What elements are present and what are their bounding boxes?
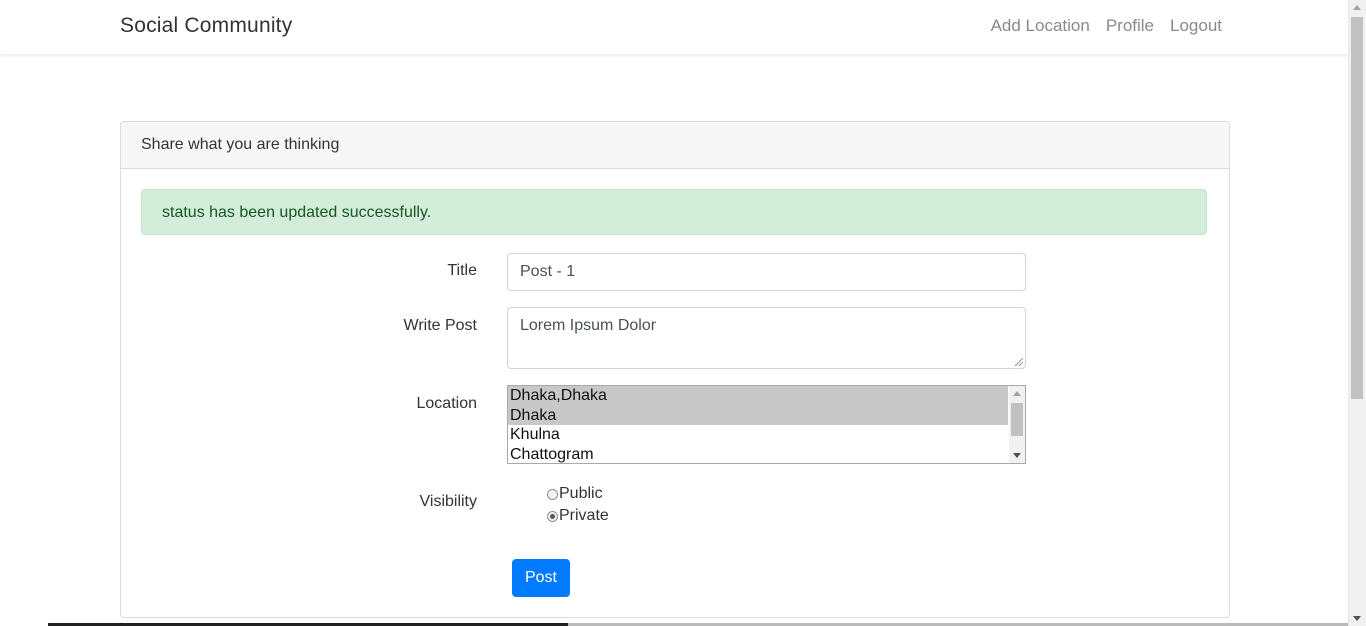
page-scroll-up-icon[interactable] xyxy=(1353,5,1361,10)
page-scrollbar[interactable] xyxy=(1348,0,1366,626)
post-button[interactable]: Post xyxy=(512,559,570,597)
nav-link-add-location[interactable]: Add Location xyxy=(991,16,1090,36)
nav-links: Add Location Profile Logout xyxy=(991,16,1222,36)
page-scroll-down-icon[interactable] xyxy=(1353,616,1361,621)
radio-public-label: Public xyxy=(559,485,603,502)
page: Social Community Add Location Profile Lo… xyxy=(0,0,1366,626)
nav-link-profile[interactable]: Profile xyxy=(1106,16,1154,36)
card-header: Share what you are thinking xyxy=(121,122,1229,169)
visibility-option-public[interactable]: Public xyxy=(547,485,603,503)
title-label: Title xyxy=(447,262,477,279)
write-post-text: Lorem Ipsum Dolor xyxy=(520,317,657,334)
radio-public[interactable] xyxy=(547,488,558,500)
post-card: Share what you are thinking status has b… xyxy=(120,121,1230,618)
location-scrollbar[interactable] xyxy=(1009,386,1025,463)
visibility-option-private[interactable]: Private xyxy=(547,507,609,525)
location-option[interactable]: Chattogram xyxy=(508,445,1008,464)
location-label: Location xyxy=(416,395,478,412)
location-select[interactable]: Dhaka,Dhaka Dhaka Khulna Chattogram xyxy=(507,385,1026,464)
location-option[interactable]: Khulna xyxy=(508,425,1008,445)
page-scroll-thumb[interactable] xyxy=(1351,17,1363,399)
location-option[interactable]: Dhaka,Dhaka xyxy=(508,386,1008,406)
navbar: Social Community Add Location Profile Lo… xyxy=(0,0,1349,55)
radio-private-label: Private xyxy=(559,507,609,524)
resize-grip-icon[interactable] xyxy=(1015,358,1023,366)
scroll-down-arrow-icon[interactable] xyxy=(1013,453,1021,458)
location-options: Dhaka,Dhaka Dhaka Khulna Chattogram xyxy=(508,386,1025,464)
write-post-textarea[interactable]: Lorem Ipsum Dolor xyxy=(507,307,1026,369)
brand-link[interactable]: Social Community xyxy=(120,14,292,38)
success-alert: status has been updated successfully. xyxy=(141,189,1207,235)
title-input[interactable] xyxy=(507,253,1026,291)
radio-private[interactable] xyxy=(547,510,558,522)
location-option[interactable]: Dhaka xyxy=(508,405,1008,425)
nav-link-logout[interactable]: Logout xyxy=(1170,16,1222,36)
visibility-label: Visibility xyxy=(419,493,478,510)
scroll-up-arrow-icon[interactable] xyxy=(1013,391,1021,396)
location-scroll-thumb[interactable] xyxy=(1011,403,1023,436)
write-post-label: Write Post xyxy=(403,317,478,334)
